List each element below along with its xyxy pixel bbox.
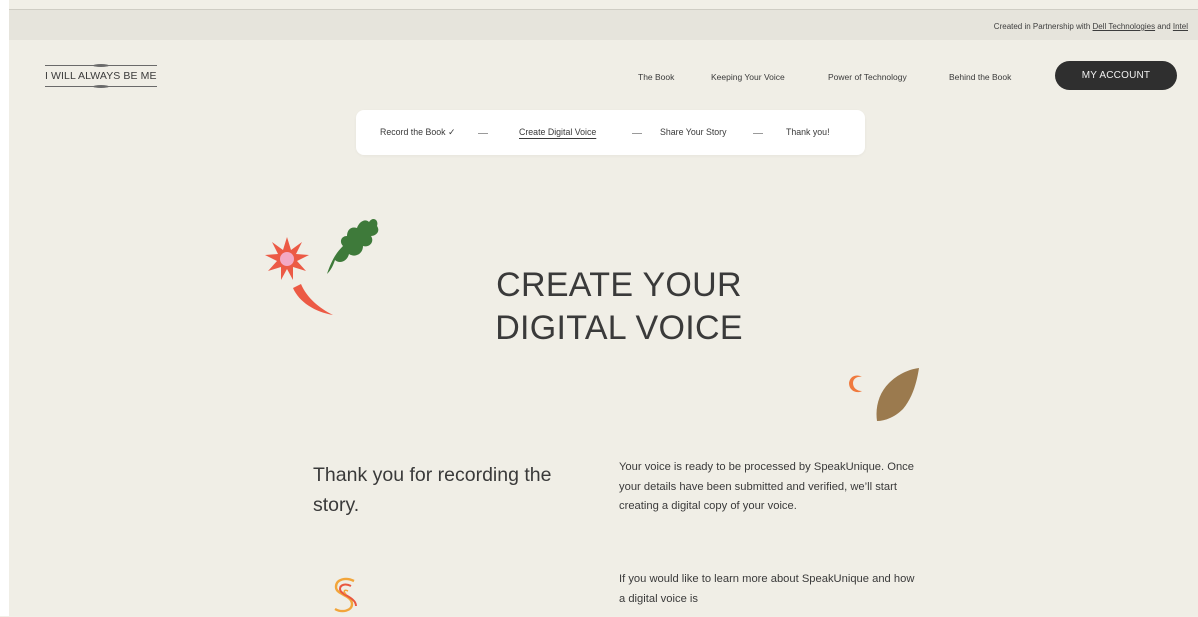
- step-separator: [478, 133, 488, 134]
- nav-power-of-technology[interactable]: Power of Technology: [828, 72, 907, 82]
- nav-keeping-your-voice[interactable]: Keeping Your Voice: [711, 72, 785, 82]
- step-thank-you[interactable]: Thank you!: [786, 127, 830, 137]
- step-separator: [632, 133, 642, 134]
- my-account-button[interactable]: MY ACCOUNT: [1055, 61, 1177, 90]
- thank-you-heading: Thank you for recording the story.: [313, 464, 552, 516]
- nav-behind-the-book[interactable]: Behind the Book: [949, 72, 1011, 82]
- page-title: CREATE YOUR DIGITAL VOICE: [495, 266, 743, 347]
- main-area: I WILL ALWAYS BE ME The Book Keeping You…: [9, 40, 1198, 616]
- intel-link[interactable]: Intel: [1173, 22, 1188, 31]
- partner-text: Created in Partnership with Dell Technol…: [994, 22, 1188, 31]
- partner-prefix: Created in Partnership with: [993, 22, 1093, 31]
- progress-stepper: Record the Book ✓ Create Digital Voice S…: [356, 110, 865, 155]
- logo-text: I WILL ALWAYS BE ME: [45, 70, 157, 82]
- dell-link[interactable]: Dell Technologies: [1093, 22, 1156, 31]
- logo-ornament-top: [93, 64, 109, 67]
- partner-join: and: [1155, 22, 1173, 31]
- site-logo[interactable]: I WILL ALWAYS BE ME: [45, 62, 167, 92]
- step-share-your-story[interactable]: Share Your Story: [660, 127, 727, 137]
- partner-bar: Created in Partnership with Dell Technol…: [9, 9, 1198, 40]
- nav-the-book[interactable]: The Book: [638, 72, 674, 82]
- step-separator: [753, 133, 763, 134]
- left-edge: [0, 0, 9, 616]
- s-logo-icon: [334, 577, 357, 613]
- logo-ornament-bottom: [93, 85, 109, 88]
- voice-ready-paragraph: Your voice is ready to be processed by S…: [619, 461, 914, 512]
- step-create-digital-voice[interactable]: Create Digital Voice: [519, 127, 596, 137]
- orange-crescent-icon: [849, 375, 862, 393]
- brown-leaf-icon: [876, 368, 919, 421]
- learn-more-paragraph: If you would like to learn more about Sp…: [619, 573, 915, 605]
- step-record-the-book[interactable]: Record the Book ✓: [380, 127, 455, 138]
- green-leaf-icon: [327, 219, 379, 274]
